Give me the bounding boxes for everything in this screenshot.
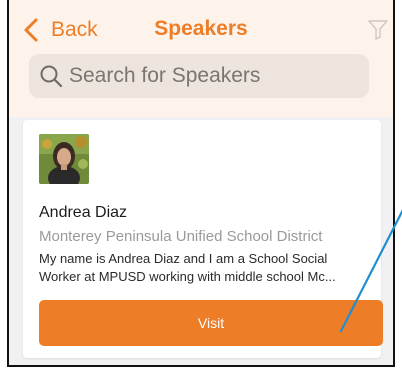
search-input[interactable]: Search for Speakers xyxy=(29,54,369,98)
search-icon xyxy=(40,65,63,88)
speaker-organization: Monterey Peninsula Unified School Distri… xyxy=(39,228,323,245)
bio-line: My name is Andrea Diaz and I am a School… xyxy=(39,251,328,266)
speaker-photo xyxy=(39,134,89,184)
search-placeholder: Search for Speakers xyxy=(69,64,261,87)
avatar xyxy=(39,134,89,184)
speaker-bio: My name is Andrea Diaz and I am a School… xyxy=(39,250,374,286)
app-screen: Back Speakers Search for Speakers Andrea… xyxy=(7,0,395,367)
nav-header: Back Speakers Search for Speakers xyxy=(9,0,393,117)
speaker-card[interactable]: Andrea Diaz Monterey Peninsula Unified S… xyxy=(23,120,383,358)
bio-line: Worker at MPUSD working with middle scho… xyxy=(39,269,336,284)
visit-button[interactable]: Visit xyxy=(39,300,383,346)
speaker-name: Andrea Diaz xyxy=(39,204,128,221)
filter-icon[interactable] xyxy=(367,18,389,40)
page-title: Speakers xyxy=(154,17,248,40)
